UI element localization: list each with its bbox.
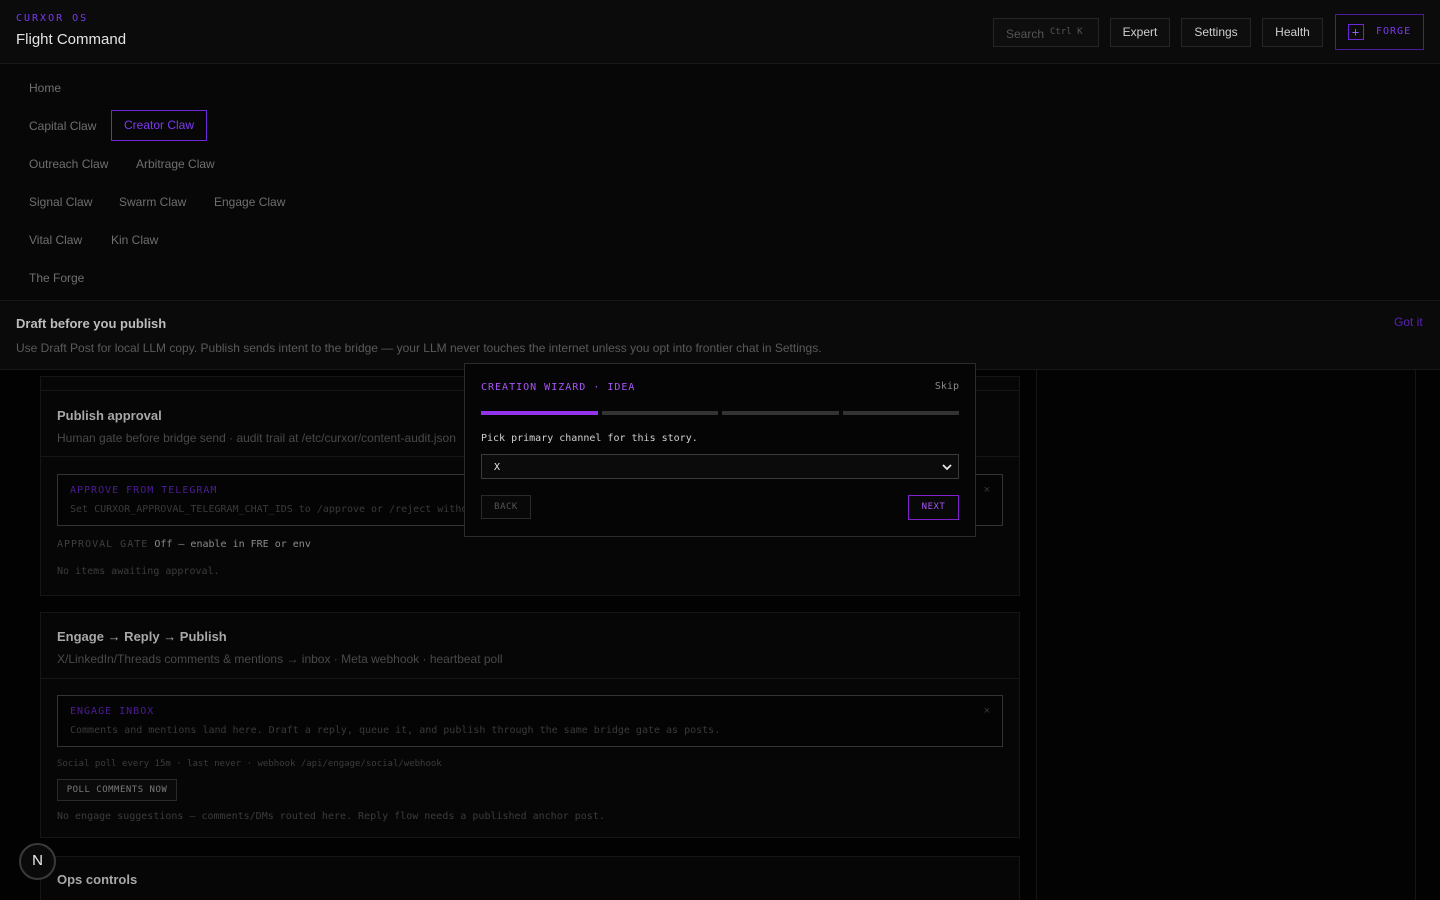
wizard-step-1 (481, 411, 598, 415)
wizard-step-4 (843, 411, 959, 415)
creation-wizard-modal: CREATION WIZARD · IDEA Skip Pick primary… (464, 363, 976, 537)
next-button[interactable]: NEXT (908, 495, 959, 520)
back-button[interactable]: BACK (481, 495, 531, 519)
channel-select-value: X (494, 462, 501, 473)
wizard-prompt: Pick primary channel for this story. (481, 433, 698, 444)
wizard-step-2 (602, 411, 718, 415)
skip-button[interactable]: Skip (935, 381, 959, 392)
wizard-step-3 (722, 411, 839, 415)
chevron-down-icon (942, 464, 952, 471)
wizard-title: CREATION WIZARD · IDEA (481, 382, 636, 393)
channel-select[interactable]: X (481, 454, 959, 479)
